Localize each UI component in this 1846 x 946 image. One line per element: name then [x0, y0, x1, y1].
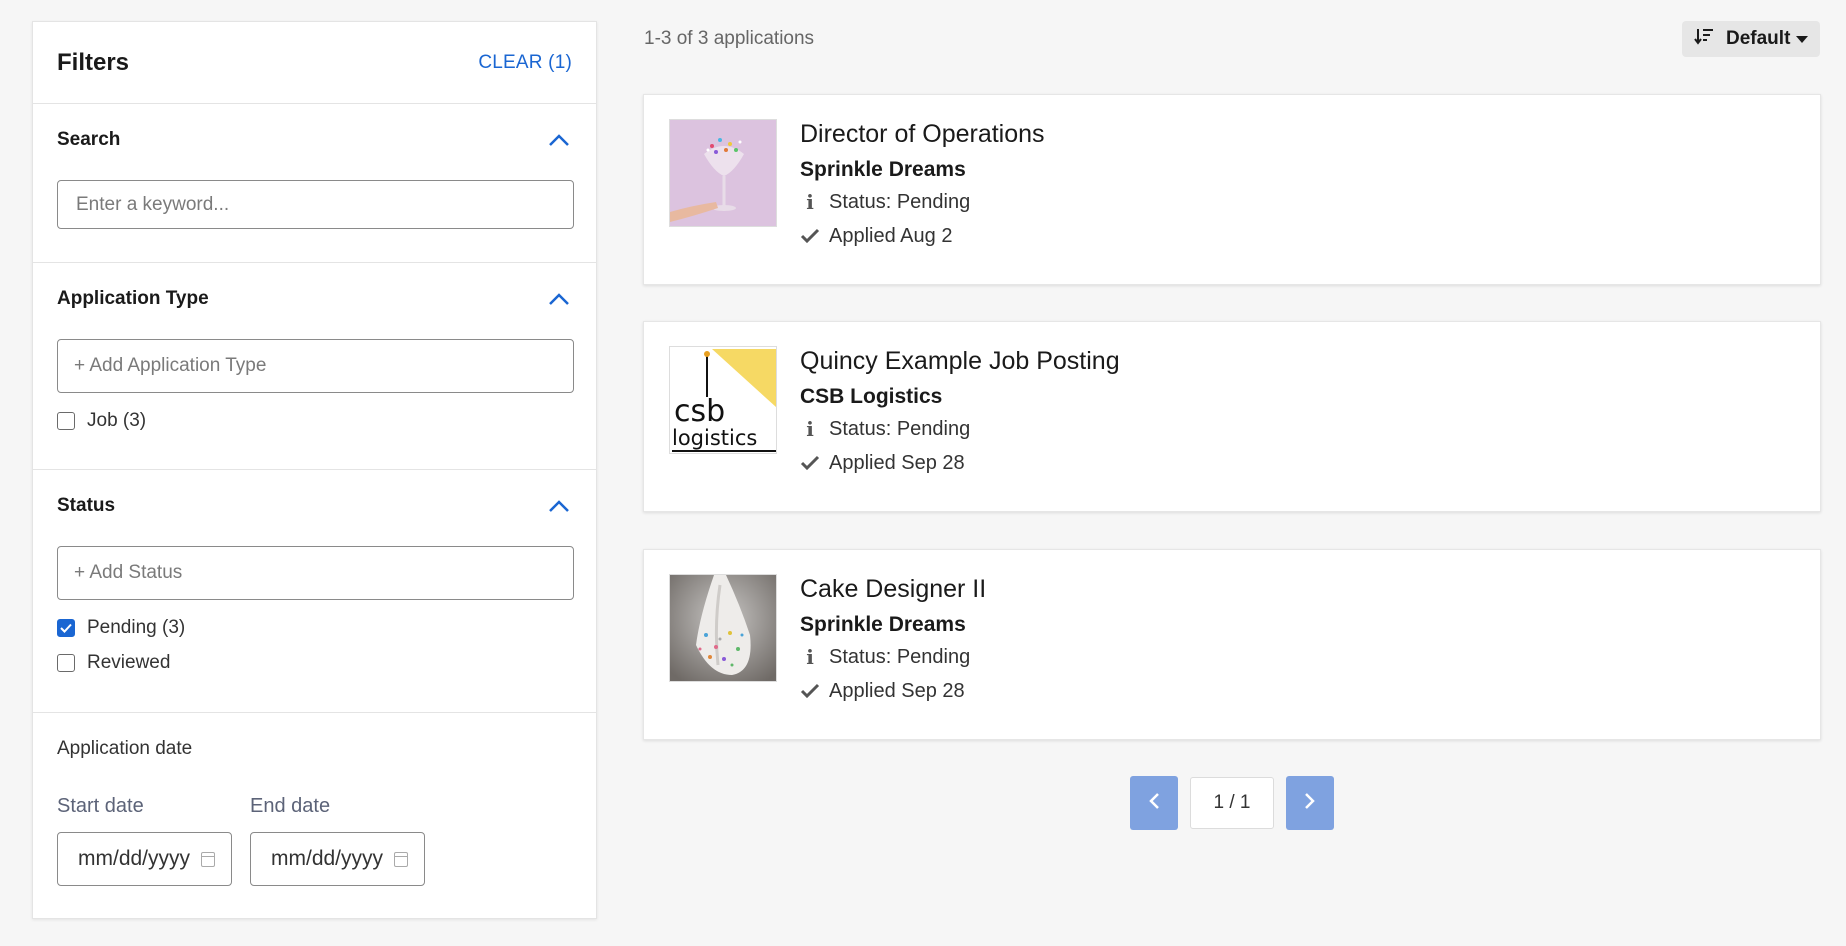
status-text: Status: Pending [829, 190, 971, 213]
job-option-label: Job (3) [87, 409, 147, 431]
add-status-button[interactable]: + Add Status [57, 546, 574, 600]
search-section-title: Search [57, 129, 121, 150]
next-page-button[interactable] [1286, 776, 1334, 830]
clear-filters-link[interactable]: CLEAR (1) [478, 52, 572, 74]
start-date-input[interactable]: mm/dd/yyyy [57, 832, 232, 886]
applied-row: Applied Aug 2 [800, 219, 1045, 253]
job-title[interactable]: Director of Operations [800, 117, 1045, 151]
end-date-label: End date [250, 795, 331, 817]
logo-text-csb: csb [674, 394, 725, 429]
info-icon: i [806, 645, 814, 669]
application-details: Quincy Example Job Posting CSB Logistics… [800, 344, 1120, 480]
application-card[interactable]: Director of Operations Sprinkle Dreams i… [643, 94, 1821, 285]
job-title[interactable]: Cake Designer II [800, 572, 986, 606]
filter-option-pending: Pending (3) [57, 610, 572, 645]
search-section: Search [33, 104, 596, 263]
status-row: i Status: Pending [800, 185, 1045, 219]
application-date-section: Application date Start date mm/dd/yyyy E… [33, 713, 596, 886]
end-date-input[interactable]: mm/dd/yyyy [250, 832, 425, 886]
job-thumbnail [669, 119, 777, 227]
previous-page-button[interactable] [1130, 776, 1178, 830]
check-icon [800, 455, 820, 471]
applied-row: Applied Sep 28 [800, 674, 986, 708]
job-thumbnail [669, 574, 777, 682]
filter-option-job: Job (3) [57, 403, 572, 438]
sort-icon [1694, 27, 1714, 51]
status-section-header: Status [57, 470, 572, 542]
status-section: Status + Add Status Pending (3) Reviewed [33, 470, 596, 713]
sort-button[interactable]: Default [1682, 21, 1820, 57]
company-logo: csb logistics [669, 346, 777, 454]
applied-text: Applied Aug 2 [829, 224, 953, 247]
caret-down-icon [1796, 35, 1809, 43]
application-details: Cake Designer II Sprinkle Dreams i Statu… [800, 572, 986, 708]
application-card[interactable]: Cake Designer II Sprinkle Dreams i Statu… [643, 549, 1821, 740]
pending-checkbox[interactable] [57, 618, 75, 637]
reviewed-option-label: Reviewed [87, 651, 171, 673]
application-type-section: Application Type + Add Application Type … [33, 263, 596, 470]
logo-text-logistics: logistics [672, 426, 757, 450]
job-checkbox[interactable] [57, 411, 75, 430]
company-name: CSB Logistics [800, 385, 943, 408]
info-icon: i [806, 417, 814, 441]
check-icon [800, 228, 820, 244]
status-row: i Status: Pending [800, 640, 986, 674]
filters-header: Filters CLEAR (1) [33, 22, 596, 104]
filters-panel: Filters CLEAR (1) Search Application Typ… [32, 21, 597, 919]
status-text: Status: Pending [829, 645, 971, 668]
results-count: 1-3 of 3 applications [644, 28, 815, 49]
application-type-header: Application Type [57, 263, 572, 335]
company-name: Sprinkle Dreams [800, 613, 966, 636]
reviewed-checkbox[interactable] [57, 653, 75, 672]
chevron-up-icon[interactable] [546, 127, 572, 153]
start-date-group: Start date mm/dd/yyyy [57, 795, 232, 886]
chevron-right-icon [1303, 791, 1317, 816]
pending-option-label: Pending (3) [87, 616, 186, 638]
chevron-up-icon[interactable] [546, 286, 572, 312]
end-date-placeholder: mm/dd/yyyy [271, 847, 384, 870]
job-title[interactable]: Quincy Example Job Posting [800, 344, 1120, 378]
add-application-type-button[interactable]: + Add Application Type [57, 339, 574, 393]
applied-text: Applied Sep 28 [829, 679, 965, 702]
sort-label: Default [1726, 28, 1791, 49]
filter-option-reviewed: Reviewed [57, 645, 572, 680]
status-text: Status: Pending [829, 417, 971, 440]
start-date-placeholder: mm/dd/yyyy [78, 847, 191, 870]
status-row: i Status: Pending [800, 412, 1120, 446]
filters-title: Filters [57, 48, 130, 76]
application-card[interactable]: csb logistics Quincy Example Job Posting… [643, 321, 1821, 512]
applied-text: Applied Sep 28 [829, 451, 965, 474]
start-date-label: Start date [57, 795, 144, 817]
info-icon: i [806, 190, 814, 214]
status-section-title: Status [57, 495, 116, 516]
chevron-up-icon[interactable] [546, 493, 572, 519]
application-date-header: Application date [57, 713, 572, 785]
chevron-left-icon [1147, 791, 1161, 816]
page-indicator: 1 / 1 [1190, 777, 1274, 829]
applied-row: Applied Sep 28 [800, 446, 1120, 480]
application-date-title: Application date [57, 738, 193, 759]
date-range: Start date mm/dd/yyyy End date mm/dd/yyy… [57, 795, 572, 886]
company-name: Sprinkle Dreams [800, 158, 966, 181]
check-icon [800, 683, 820, 699]
end-date-group: End date mm/dd/yyyy [250, 795, 425, 886]
calendar-icon[interactable] [201, 852, 215, 867]
search-input[interactable] [57, 180, 574, 229]
application-type-title: Application Type [57, 288, 209, 309]
calendar-icon[interactable] [394, 852, 408, 867]
search-section-header: Search [57, 104, 572, 176]
application-details: Director of Operations Sprinkle Dreams i… [800, 117, 1045, 253]
